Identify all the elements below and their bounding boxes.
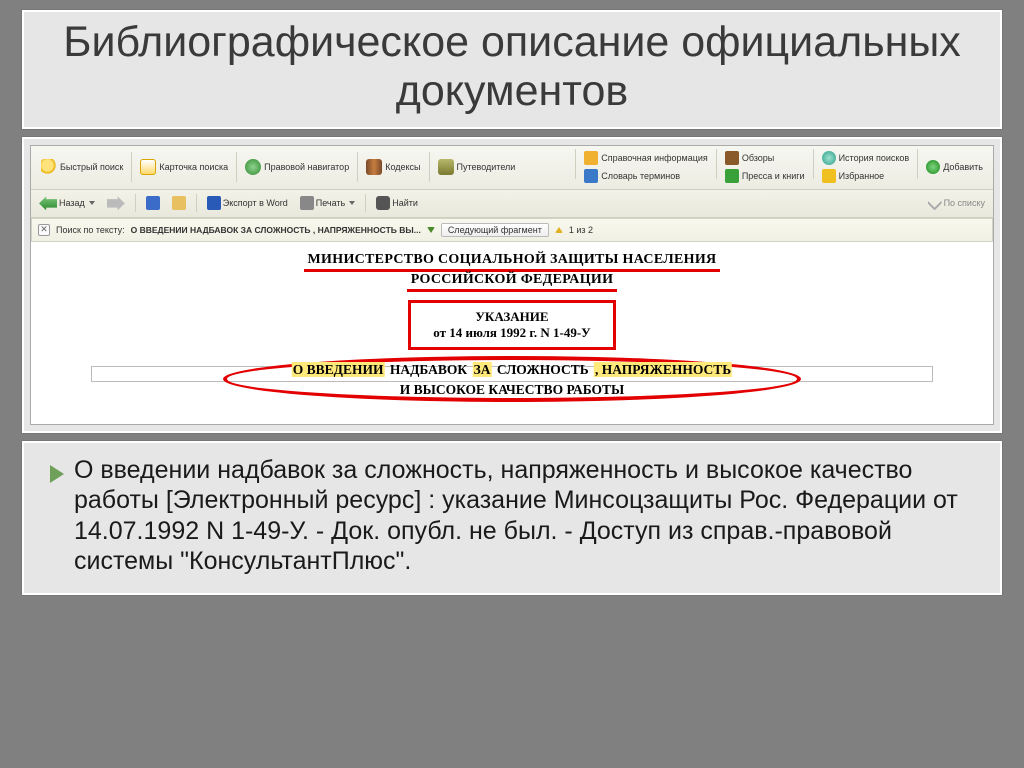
- citation-panel: О введении надбавок за сложность, напряж…: [22, 441, 1002, 595]
- dropdown-icon: [89, 201, 95, 205]
- word-icon: [207, 196, 221, 210]
- separator: [716, 149, 717, 179]
- legal-navigator-button[interactable]: Правовой навигатор: [239, 157, 355, 177]
- document-viewport: МИНИСТЕРСТВО СОЦИАЛЬНОЙ ЗАЩИТЫ НАСЕЛЕНИЯ…: [31, 242, 993, 424]
- chevron-down-icon: [928, 196, 942, 210]
- separator: [813, 149, 814, 179]
- separator: [357, 152, 358, 182]
- consultant-plus-window: Быстрый поиск Карточка поиска Правовой н…: [30, 145, 994, 425]
- glossary-button[interactable]: Словарь терминов: [578, 167, 714, 185]
- ministry-line1: МИНИСТЕРСТВО СОЦИАЛЬНОЙ ЗАЩИТЫ НАСЕЛЕНИЯ: [304, 252, 721, 272]
- news-icon: [725, 169, 739, 183]
- save-button[interactable]: [142, 194, 164, 212]
- separator: [429, 152, 430, 182]
- citation-bullet-item: О введении надбавок за сложность, напряж…: [50, 455, 980, 577]
- folder-icon: [172, 196, 186, 210]
- card-search-button[interactable]: Карточка поиска: [134, 157, 234, 177]
- app-screenshot-panel: Быстрый поиск Карточка поиска Правовой н…: [22, 137, 1002, 433]
- toolbar-right-group: Справочная информация Словарь терминов О…: [573, 149, 989, 185]
- text-search-bar: ✕ Поиск по тексту: О ВВЕДЕНИИ НАДБАВОК З…: [31, 218, 993, 242]
- codexes-button[interactable]: Кодексы: [360, 157, 426, 177]
- forward-button[interactable]: [103, 194, 129, 212]
- close-search-button[interactable]: ✕: [38, 224, 50, 236]
- print-button[interactable]: Печать: [296, 194, 359, 212]
- book-icon: [584, 169, 598, 183]
- dropdown-icon: [349, 201, 355, 205]
- press-button[interactable]: Пресса и книги: [719, 167, 811, 185]
- star-icon: [822, 169, 836, 183]
- separator: [196, 194, 197, 212]
- compass-icon: [245, 159, 261, 175]
- separator: [135, 194, 136, 212]
- find-button[interactable]: Найти: [372, 194, 422, 212]
- up-triangle-icon[interactable]: [555, 227, 563, 233]
- guides-button[interactable]: Путеводители: [432, 157, 522, 177]
- history-icon: [822, 151, 836, 165]
- separator: [131, 152, 132, 182]
- favorites-button[interactable]: Избранное: [816, 167, 916, 185]
- down-triangle-icon[interactable]: [427, 227, 435, 233]
- document-type-box: УКАЗАНИЕ от 14 июля 1992 г. N 1-49-У: [408, 300, 615, 350]
- open-button[interactable]: [168, 194, 190, 212]
- title-panel: Библиографическое описание официальных д…: [22, 10, 1002, 129]
- by-list-button[interactable]: По списку: [924, 194, 989, 212]
- signpost-icon: [438, 159, 454, 175]
- doc-type: УКАЗАНИЕ: [433, 309, 590, 325]
- bullet-triangle-icon: [50, 465, 64, 483]
- export-word-button[interactable]: Экспорт в Word: [203, 194, 292, 212]
- ministry-line2: РОССИЙСКОЙ ФЕДЕРАЦИИ: [407, 272, 618, 292]
- separator: [236, 152, 237, 182]
- books-icon: [366, 159, 382, 175]
- reviews-button[interactable]: Обзоры: [719, 149, 811, 167]
- doc-date: от 14 июля 1992 г. N 1-49-У: [433, 325, 590, 341]
- separator: [917, 149, 918, 179]
- printer-icon: [300, 196, 314, 210]
- quick-search-button[interactable]: Быстрый поиск: [35, 157, 129, 177]
- main-toolbar: Быстрый поиск Карточка поиска Правовой н…: [31, 146, 993, 190]
- search-label: Поиск по тексту:: [56, 225, 125, 235]
- next-fragment-button[interactable]: Следующий фрагмент: [441, 223, 549, 237]
- secondary-toolbar: Назад Экспорт в Word Печать Най: [31, 190, 993, 218]
- separator: [365, 194, 366, 212]
- subject-text: О ВВЕДЕНИИ НАДБАВОК ЗА СЛОЖНОСТЬ , НАПРЯ…: [292, 360, 732, 401]
- document-subject-block: О ВВЕДЕНИИ НАДБАВОК ЗА СЛОЖНОСТЬ , НАПРЯ…: [61, 360, 963, 420]
- slide-title: Библиографическое описание официальных д…: [34, 18, 990, 117]
- binoculars-icon: [376, 196, 390, 210]
- arrow-left-icon: [39, 196, 57, 210]
- pen-icon: [725, 151, 739, 165]
- info-icon: [584, 151, 598, 165]
- add-button[interactable]: Добавить: [920, 149, 989, 185]
- fragment-counter: 1 из 2: [569, 225, 593, 235]
- card-icon: [140, 159, 156, 175]
- floppy-icon: [146, 196, 160, 210]
- separator: [575, 149, 576, 179]
- plus-icon: [926, 160, 940, 174]
- search-icon: [41, 159, 57, 175]
- citation-text: О введении надбавок за сложность, напряж…: [74, 455, 980, 577]
- search-query: О ВВЕДЕНИИ НАДБАВОК ЗА СЛОЖНОСТЬ , НАПРЯ…: [131, 225, 421, 235]
- reference-info-button[interactable]: Справочная информация: [578, 149, 714, 167]
- back-button[interactable]: Назад: [35, 194, 99, 212]
- search-history-button[interactable]: История поисков: [816, 149, 916, 167]
- arrow-right-icon: [107, 196, 125, 210]
